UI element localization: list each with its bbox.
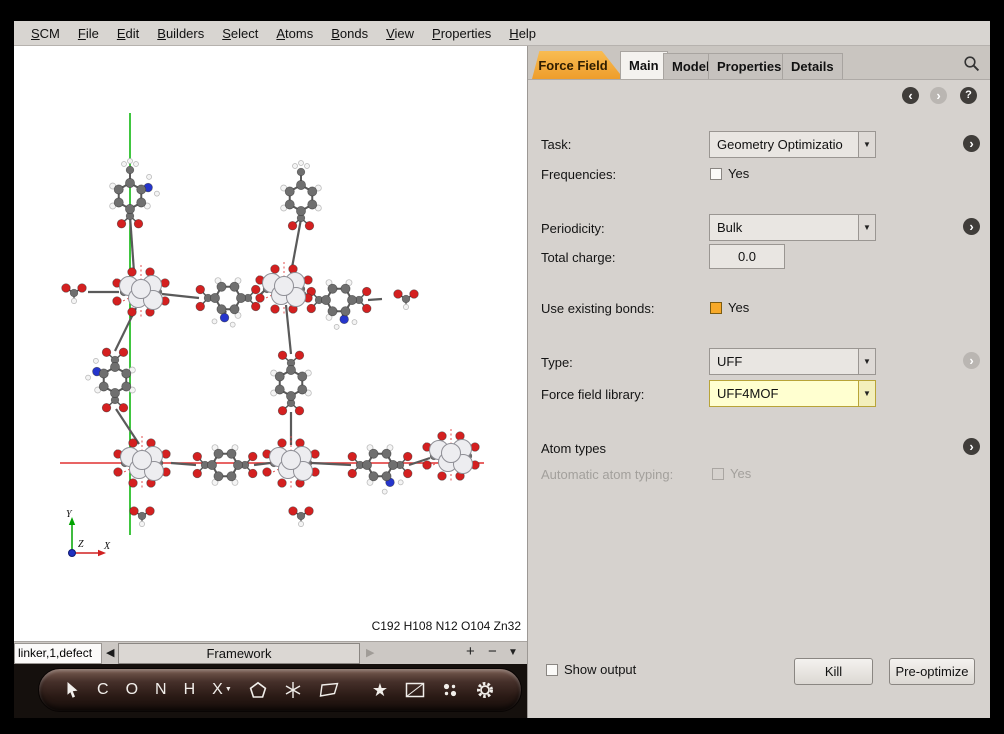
- toolbar-strip: C O N H X ▼ ★: [14, 664, 527, 718]
- favorites-star-icon[interactable]: ★: [372, 681, 388, 699]
- force-field-library-value: UFF4MOF: [710, 386, 858, 401]
- type-dropdown[interactable]: UFF ▼: [709, 348, 876, 375]
- chevron-down-icon: ▼: [225, 686, 232, 693]
- checkbox-box[interactable]: [710, 168, 722, 180]
- input-panel: Force Field Main Model Properties Detail…: [527, 46, 990, 718]
- help-button[interactable]: ?: [960, 87, 977, 104]
- force-field-library-dropdown[interactable]: UFF4MOF ▼: [709, 380, 876, 407]
- element-x-label: X: [212, 682, 223, 698]
- periodicity-dropdown[interactable]: Bulk ▼: [709, 214, 876, 241]
- settings-gear-icon[interactable]: [475, 680, 495, 700]
- periodicity-value: Bulk: [710, 220, 858, 235]
- type-value: UFF: [710, 354, 858, 369]
- tab-main[interactable]: Main: [620, 51, 668, 79]
- menu-scm[interactable]: SCM: [22, 22, 69, 45]
- frame-bar: linker,1,defect ◀ Framework ▶ + − ▼: [14, 641, 527, 664]
- axis-x-label: X: [103, 541, 111, 552]
- pre-optimize-button[interactable]: Pre-optimize: [889, 658, 975, 685]
- ring-tool-icon[interactable]: [249, 681, 267, 699]
- scroll-left-icon[interactable]: ◀: [106, 646, 114, 659]
- checkbox-box: [712, 468, 724, 480]
- dropdown-arrow-icon[interactable]: ▼: [858, 132, 875, 157]
- tab-details[interactable]: Details: [782, 53, 843, 79]
- search-icon[interactable]: [963, 55, 980, 72]
- checkbox-label: Yes: [728, 300, 749, 315]
- task-detail-button[interactable]: ›: [963, 135, 980, 152]
- checkbox-label: Yes: [728, 166, 749, 181]
- automatic-atom-typing-checkbox: Yes: [712, 466, 751, 481]
- menu-file[interactable]: File: [69, 22, 108, 45]
- atom-types-detail-button[interactable]: ›: [963, 438, 980, 455]
- dropdown-arrow-icon[interactable]: ▼: [858, 381, 875, 406]
- tab-force-field[interactable]: Force Field: [532, 51, 624, 79]
- select-pointer-icon[interactable]: [65, 681, 80, 699]
- task-value: Geometry Optimizatio: [710, 137, 858, 152]
- use-existing-bonds-label: Use existing bonds:: [541, 301, 654, 316]
- molecule-viewport[interactable]: Y X Z C192 H108 N12 O104 Zn32: [14, 46, 527, 641]
- crystal-tool-icon[interactable]: [284, 681, 302, 699]
- type-label: Type:: [541, 355, 573, 370]
- show-output-checkbox[interactable]: Show output: [546, 662, 636, 677]
- menu-bonds[interactable]: Bonds: [322, 22, 377, 45]
- kill-button[interactable]: Kill: [794, 658, 873, 685]
- slide-frame-icon[interactable]: [405, 682, 425, 698]
- checkbox-label: Yes: [730, 466, 751, 481]
- oxygen-element-button[interactable]: O: [126, 682, 138, 698]
- hydrogen-element-button[interactable]: H: [184, 682, 196, 698]
- task-label: Task:: [541, 137, 571, 152]
- frame-tab-linker[interactable]: linker,1,defect: [14, 643, 102, 664]
- add-frame-button[interactable]: +: [466, 643, 475, 660]
- frequencies-checkbox[interactable]: Yes: [710, 166, 749, 181]
- frequencies-label: Frequencies:: [541, 167, 616, 182]
- carbon-element-button[interactable]: C: [97, 682, 109, 698]
- scroll-right-icon[interactable]: ▶: [366, 646, 374, 659]
- force-field-library-label: Force field library:: [541, 387, 644, 402]
- type-detail-button: ›: [963, 352, 980, 369]
- panel-tab-bar: Force Field Main Model Properties Detail…: [528, 46, 990, 80]
- orientation-axes: Y X Z: [54, 501, 124, 571]
- tab-properties[interactable]: Properties: [708, 53, 790, 79]
- checkbox-box[interactable]: [710, 302, 722, 314]
- element-picker-button[interactable]: X ▼: [212, 682, 232, 698]
- menu-builders[interactable]: Builders: [148, 22, 213, 45]
- history-forward-button: ›: [930, 87, 947, 104]
- remove-frame-button[interactable]: −: [488, 643, 497, 660]
- task-dropdown[interactable]: Geometry Optimizatio ▼: [709, 131, 876, 158]
- checkbox-box[interactable]: [546, 664, 558, 676]
- dropdown-arrow-icon[interactable]: ▼: [858, 215, 875, 240]
- total-charge-input[interactable]: [709, 244, 785, 269]
- checkbox-label: Show output: [564, 662, 636, 677]
- menu-edit[interactable]: Edit: [108, 22, 148, 45]
- frame-tab-framework[interactable]: Framework: [118, 643, 360, 664]
- formula-label: C192 H108 N12 O104 Zn32: [372, 619, 521, 633]
- plane-tool-icon[interactable]: [319, 682, 339, 698]
- frame-menu-icon[interactable]: ▼: [508, 647, 518, 658]
- application-window: SCM File Edit Builders Select Atoms Bond…: [14, 21, 990, 718]
- automatic-atom-typing-label: Automatic atom typing:: [541, 467, 673, 482]
- periodicity-detail-button[interactable]: ›: [963, 218, 980, 235]
- menu-help[interactable]: Help: [500, 22, 545, 45]
- tool-palette: C O N H X ▼ ★: [38, 668, 522, 712]
- atom-details-icon[interactable]: [442, 682, 458, 698]
- use-existing-bonds-checkbox[interactable]: Yes: [710, 300, 749, 315]
- menu-view[interactable]: View: [377, 22, 423, 45]
- menu-properties[interactable]: Properties: [423, 22, 500, 45]
- dropdown-arrow-icon[interactable]: ▼: [858, 349, 875, 374]
- periodicity-label: Periodicity:: [541, 221, 605, 236]
- total-charge-label: Total charge:: [541, 250, 615, 265]
- history-back-button[interactable]: ‹: [902, 87, 919, 104]
- atom-types-label: Atom types: [541, 441, 606, 456]
- menu-bar: SCM File Edit Builders Select Atoms Bond…: [14, 21, 990, 46]
- menu-atoms[interactable]: Atoms: [267, 22, 322, 45]
- menu-select[interactable]: Select: [213, 22, 267, 45]
- nitrogen-element-button[interactable]: N: [155, 682, 167, 698]
- axis-z-label: Z: [78, 539, 84, 550]
